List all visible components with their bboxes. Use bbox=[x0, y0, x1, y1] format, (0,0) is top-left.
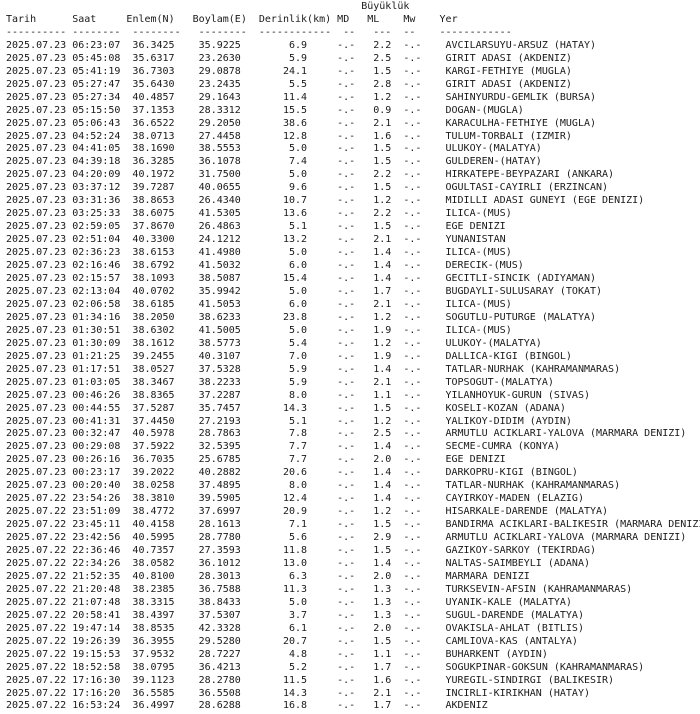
table-row: 2025.07.23 01:30:09 38.1612 38.5773 5.4 … bbox=[6, 337, 542, 349]
magnitude-group-header: Büyüklük bbox=[6, 1, 700, 14]
table-row: 2025.07.23 01:30:51 38.6302 41.5005 5.0 … bbox=[6, 324, 512, 336]
table-row: 2025.07.22 23:51:09 38.4772 37.6997 20.9… bbox=[6, 506, 609, 518]
table-row: 2025.07.23 01:21:25 39.2455 40.3107 7.0 … bbox=[6, 350, 572, 362]
column-header-row: Tarih Saat Enlem(N) Boylam(E) Derinlik(k… bbox=[6, 14, 700, 27]
table-row: 2025.07.23 05:15:50 37.1353 28.3312 15.5… bbox=[6, 104, 524, 116]
table-row: 2025.07.23 00:20:40 38.0258 37.4895 8.0 … bbox=[6, 480, 621, 492]
earthquake-list: Büyüklük Tarih Saat Enlem(N) Boylam(E) D… bbox=[0, 0, 700, 713]
table-row: 2025.07.23 03:37:12 39.7287 40.0655 9.6 … bbox=[6, 182, 609, 194]
column-header: Yer bbox=[439, 13, 458, 25]
table-row: 2025.07.22 21:52:35 40.8100 28.3013 6.3 … bbox=[6, 570, 530, 582]
earthquake-rows: 2025.07.23 06:23:07 36.3425 35.9225 6.9 … bbox=[6, 40, 700, 712]
table-row: 2025.07.23 04:41:05 38.1690 38.5553 5.0 … bbox=[6, 143, 542, 155]
table-row: 2025.07.23 02:16:46 38.6792 41.5032 6.0 … bbox=[6, 260, 524, 272]
column-header: Boylam(E) bbox=[192, 13, 259, 25]
table-row: 2025.07.22 21:20:48 38.2385 36.7588 11.3… bbox=[6, 583, 633, 595]
table-row: 2025.07.23 01:17:51 38.0527 37.5328 5.9 … bbox=[6, 363, 621, 375]
table-row: 2025.07.23 03:25:33 38.6075 41.5305 13.6… bbox=[6, 208, 512, 220]
table-row: 2025.07.23 05:41:19 36.7303 29.0878 24.1… bbox=[6, 65, 572, 77]
table-row: 2025.07.22 23:54:26 38.3810 39.5905 12.4… bbox=[6, 493, 584, 505]
table-row: 2025.07.23 00:23:17 39.2022 40.2882 20.6… bbox=[6, 467, 578, 479]
table-row: 2025.07.23 00:41:31 37.4450 27.2193 5.1 … bbox=[6, 415, 572, 427]
magnitude-header-label: Büyüklük bbox=[361, 1, 410, 12]
table-row: 2025.07.23 04:39:18 36.3285 36.1078 7.4 … bbox=[6, 156, 542, 168]
table-row: 2025.07.22 19:47:14 38.8535 42.3328 6.1 … bbox=[6, 622, 584, 634]
table-row: 2025.07.22 19:15:53 37.9532 28.7227 4.8 … bbox=[6, 648, 548, 660]
table-row: 2025.07.23 05:27:34 40.4857 29.1643 11.4… bbox=[6, 91, 597, 103]
column-header: Derinlik(km) bbox=[258, 13, 338, 25]
table-row: 2025.07.23 01:34:16 38.2050 38.6233 23.8… bbox=[6, 311, 597, 323]
column-header: Saat bbox=[72, 13, 127, 25]
column-header: Mw bbox=[403, 13, 440, 25]
table-row: 2025.07.22 19:26:39 36.3955 29.5280 20.7… bbox=[6, 635, 578, 647]
table-row: 2025.07.23 05:27:47 35.6430 23.2435 5.5 … bbox=[6, 78, 572, 90]
table-row: 2025.07.22 23:45:11 40.4158 28.1613 7.1 … bbox=[6, 519, 700, 531]
table-row: 2025.07.23 00:44:55 37.5287 35.7457 14.3… bbox=[6, 402, 566, 414]
table-row: 2025.07.22 22:36:46 40.7357 27.3593 11.8… bbox=[6, 545, 597, 557]
table-row: 2025.07.23 01:03:05 38.3467 38.2233 5.9 … bbox=[6, 376, 554, 388]
table-row: 2025.07.23 02:36:23 38.6153 41.4980 5.0 … bbox=[6, 247, 512, 259]
table-row: 2025.07.23 00:26:16 36.7035 25.6785 7.7 … bbox=[6, 454, 506, 466]
table-row: 2025.07.22 16:53:24 36.4997 28.6288 16.8… bbox=[6, 700, 488, 712]
column-header: ML bbox=[367, 13, 404, 25]
table-row: 2025.07.22 21:07:48 38.3315 38.8433 5.0 … bbox=[6, 596, 572, 608]
table-row: 2025.07.23 00:46:26 38.8365 37.2287 8.0 … bbox=[6, 389, 590, 401]
table-row: 2025.07.23 02:13:04 40.0702 35.9942 5.0 … bbox=[6, 285, 603, 297]
table-row: 2025.07.23 02:15:57 38.1093 38.5087 15.4… bbox=[6, 273, 597, 285]
table-row: 2025.07.22 17:16:30 39.1123 28.2780 11.5… bbox=[6, 674, 615, 686]
table-row: 2025.07.22 22:34:26 38.0582 36.1012 13.0… bbox=[6, 557, 590, 569]
header-separator: ---------- -------- -------- -------- --… bbox=[6, 26, 512, 38]
table-row: 2025.07.23 06:23:07 36.3425 35.9225 6.9 … bbox=[6, 39, 597, 51]
table-row: 2025.07.23 04:20:09 40.1972 31.7500 5.0 … bbox=[6, 169, 615, 181]
table-row: 2025.07.23 00:32:47 40.5978 28.7863 7.8 … bbox=[6, 428, 687, 440]
table-row: 2025.07.22 17:16:20 36.5585 36.5508 14.3… bbox=[6, 687, 590, 699]
table-row: 2025.07.23 04:52:24 38.0713 27.4458 12.8… bbox=[6, 130, 572, 142]
table-row: 2025.07.23 02:51:04 40.3300 24.1212 13.2… bbox=[6, 234, 506, 246]
column-header: Enlem(N) bbox=[126, 13, 193, 25]
table-row: 2025.07.22 18:52:58 38.0795 36.4213 5.2 … bbox=[6, 661, 645, 673]
table-row: 2025.07.23 00:29:08 37.5922 32.5395 7.7 … bbox=[6, 441, 560, 453]
table-row: 2025.07.23 05:45:08 35.6317 23.2630 5.9 … bbox=[6, 52, 572, 64]
column-header: Tarih bbox=[6, 13, 73, 25]
table-row: 2025.07.22 20:58:41 38.4397 37.5307 3.7 … bbox=[6, 609, 584, 621]
table-row: 2025.07.23 02:59:05 37.8670 26.4863 5.1 … bbox=[6, 221, 506, 233]
table-row: 2025.07.23 03:31:36 38.8653 26.4340 10.7… bbox=[6, 195, 645, 207]
column-header: MD bbox=[337, 13, 368, 25]
table-row: 2025.07.23 02:06:58 38.6185 41.5053 6.0 … bbox=[6, 298, 512, 310]
table-row: 2025.07.23 05:06:43 36.6522 29.2050 38.6… bbox=[6, 117, 597, 129]
table-row: 2025.07.22 23:42:56 40.5995 28.7780 5.6 … bbox=[6, 532, 687, 544]
